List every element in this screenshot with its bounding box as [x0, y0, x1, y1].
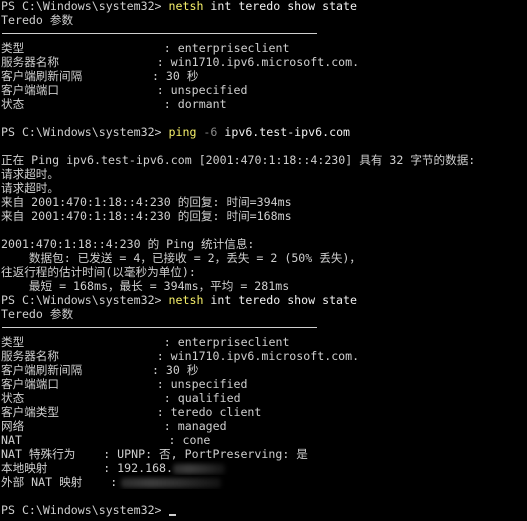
output-line: 客户端刷新间隔 : 30 秒 [1, 69, 199, 83]
command-args: int teredo show state [203, 0, 357, 13]
output-line: 状态 : qualified [1, 391, 241, 405]
text-cursor[interactable] [168, 514, 176, 516]
output-line: 客户端端口 : unspecified [1, 377, 248, 391]
output-line: 客户端刷新间隔 : 30 秒 [1, 363, 199, 377]
separator-line [1, 27, 527, 41]
output-line: NAT 特殊行为 : UPNP: 否, PortPreserving: 是 [1, 447, 308, 461]
output-line: 类型 : enterpriseclient [1, 335, 290, 349]
output-text: 外部 NAT 映射 : [1, 475, 118, 489]
output-line: 正在 Ping ipv6.test-ipv6.com [2001:470:1:1… [1, 153, 476, 167]
output-line: 来自 2001:470:1:18::4:230 的回复: 时间=394ms [1, 195, 292, 209]
output-line: NAT : cone [1, 433, 211, 447]
output-line: 网络 : managed [1, 419, 227, 433]
prompt: PS C:\Windows\system32> [1, 293, 169, 307]
output-line: 2001:470:1:18::4:230 的 Ping 统计信息: [1, 237, 255, 251]
output-line: Teredo 参数 [1, 307, 74, 321]
output-line: 数据包: 已发送 = 4，已接收 = 2，丢失 = 2 (50% 丢失)， [1, 251, 362, 265]
output-text: 本地映射 : 192.168. [1, 461, 174, 475]
output-line: 请求超时。 [1, 181, 59, 195]
output-line: 服务器名称 : win1710.ipv6.microsoft.com. [1, 349, 360, 363]
output-line: 往返行程的估计时间(以毫秒为单位): [1, 265, 196, 279]
command-flag: -6 [196, 125, 218, 139]
separator-line [1, 321, 527, 335]
output-line: 请求超时。 [1, 167, 59, 181]
redaction-blur [121, 477, 222, 488]
output-line-redacted: 本地映射 : 192.168. [1, 461, 527, 475]
command-keyword: netsh [168, 293, 204, 307]
command-line: PS C:\Windows\system32> netsh int teredo… [1, 0, 527, 13]
output-line: 服务器名称 : win1710.ipv6.microsoft.com. [1, 55, 360, 69]
prompt: PS C:\Windows\system32> [1, 0, 169, 13]
output-line: 最短 = 168ms，最长 = 394ms，平均 = 281ms [1, 279, 290, 293]
output-line: 客户端端口 : unspecified [1, 83, 248, 97]
command-keyword: ping [168, 125, 197, 139]
prompt: PS C:\Windows\system32> [1, 125, 169, 139]
output-line: 来自 2001:470:1:18::4:230 的回复: 时间=168ms [1, 209, 292, 223]
active-prompt-line: PS C:\Windows\system32> [1, 503, 527, 517]
command-args: int teredo show state [203, 293, 357, 307]
prompt: PS C:\Windows\system32> [1, 503, 162, 517]
output-line: Teredo 参数 [1, 13, 74, 27]
output-line-redacted: 外部 NAT 映射 : [1, 475, 527, 489]
powershell-console[interactable]: PS C:\Windows\system32> netsh int teredo… [0, 0, 527, 521]
redaction-blur [173, 463, 226, 474]
output-line: 客户端类型 : teredo client [1, 405, 262, 419]
command-line: PS C:\Windows\system32> ping -6 ipv6.tes… [1, 125, 527, 139]
command-args: ipv6.test-ipv6.com [217, 125, 351, 139]
command-line: PS C:\Windows\system32> netsh int teredo… [1, 293, 527, 307]
command-keyword: netsh [168, 0, 204, 13]
output-line: 类型 : enterpriseclient [1, 41, 290, 55]
output-line: 状态 : dormant [1, 97, 227, 111]
